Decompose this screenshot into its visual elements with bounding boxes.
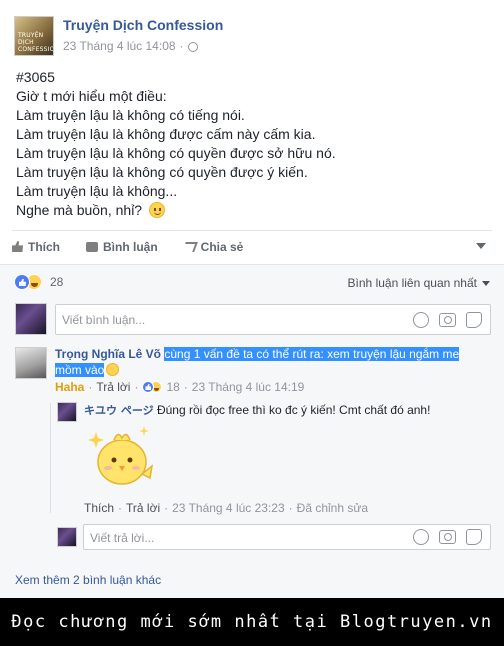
share-button[interactable]: Chia sẻ xyxy=(181,239,244,254)
like-label: Thích xyxy=(28,239,60,254)
post-line: Làm truyện lậu là không có quyền được sở… xyxy=(16,145,336,161)
edited-label[interactable]: Đã chỉnh sửa xyxy=(297,501,368,515)
post-line: Làm truyện lậu là không có tiếng nói. xyxy=(16,107,245,123)
post-text: #3065 Giờ t mới hiểu một điều: Làm truyệ… xyxy=(16,68,486,220)
comments-section: 28 Bình luận liên quan nhất Trọng Nghĩa … xyxy=(0,264,504,598)
camera-icon[interactable] xyxy=(439,530,456,544)
globe-icon[interactable] xyxy=(187,42,198,52)
dot-separator: · xyxy=(118,501,123,515)
share-arrow-icon xyxy=(181,241,198,252)
comment-text-line1: cùng 1 vấn đề ta có thể rút ra: xem truy… xyxy=(164,347,460,361)
comment-sort-dropdown[interactable]: Bình luận liên quan nhất xyxy=(348,276,490,290)
reply-body: キユウ ページ Đúng rồi đọc free thì ko đc ý ki… xyxy=(84,402,430,419)
post-card: TRUYỆN DỊCH CONFESSION Truyện Dịch Confe… xyxy=(0,0,504,598)
comment-input-icons xyxy=(413,312,482,328)
haha-reaction-button[interactable]: Haha xyxy=(55,380,84,394)
current-user-avatar[interactable] xyxy=(15,303,47,335)
reply-thread-line xyxy=(50,403,51,513)
reply-input-icons xyxy=(413,529,482,545)
watermark-banner: Đọc chương mới sớm nhất tại Blogtruyen.v… xyxy=(0,598,504,646)
post-meta: 23 Tháng 4 lúc 14:08 · xyxy=(63,39,198,53)
post-line: Làm truyện lậu là không được cấm này cấm… xyxy=(16,126,316,142)
post-timestamp[interactable]: 23 Tháng 4 lúc 14:08 xyxy=(63,39,176,53)
reply-author-link[interactable]: キユウ ページ xyxy=(84,404,154,417)
dot-separator: · xyxy=(288,501,293,515)
like-reaction-icon xyxy=(14,274,30,290)
comment-button[interactable]: Bình luận xyxy=(86,240,158,254)
emoji-icon[interactable] xyxy=(413,529,429,545)
reply-text: Đúng rồi đọc free thì ko đc ý kiến! Cmt … xyxy=(156,403,431,417)
reactions-summary[interactable]: 28 xyxy=(14,274,63,290)
comment-bubble-icon xyxy=(86,241,98,252)
post-line-last: Nghe mà buồn, nhỉ? xyxy=(16,201,486,220)
smile-emoji-icon xyxy=(148,202,165,218)
page-logo-text: TRUYỆN DỊCH CONFESSION xyxy=(18,32,53,53)
like-button[interactable]: Thích xyxy=(12,240,60,254)
reply-button[interactable]: Trả lời xyxy=(96,380,130,394)
reply-input-box[interactable] xyxy=(83,524,491,550)
reply-input[interactable] xyxy=(90,531,410,545)
comment-input-box[interactable] xyxy=(55,304,491,335)
thumbs-up-icon xyxy=(12,241,23,252)
post-action-bar: Thích Bình luận Chia sẻ xyxy=(12,230,492,262)
meta-separator: · xyxy=(179,39,184,53)
comment-reaction-count: 18 xyxy=(166,380,180,394)
reply-reply-button[interactable]: Trả lời xyxy=(126,501,160,515)
reactions-count: 28 xyxy=(50,275,64,289)
dot-separator: · xyxy=(164,501,169,515)
comment-text-line2: mồm vào xyxy=(55,363,105,377)
chevron-down-icon[interactable] xyxy=(476,243,486,249)
post-line: Làm truyện lậu là không có quyền được ý … xyxy=(16,164,308,180)
comment-input[interactable] xyxy=(62,313,382,327)
post-line: Nghe mà buồn, nhỉ? xyxy=(16,202,143,218)
page-avatar[interactable]: TRUYỆN DỊCH CONFESSION xyxy=(14,16,54,56)
post-line: Làm truyện lậu là không... xyxy=(16,183,178,199)
reply-like-button[interactable]: Thích xyxy=(84,501,114,515)
comment-timestamp[interactable]: 23 Tháng 4 lúc 14:19 xyxy=(192,380,305,394)
emoji-icon[interactable] xyxy=(413,312,429,328)
sort-label: Bình luận liên quan nhất xyxy=(347,276,477,290)
chevron-down-icon xyxy=(482,280,490,286)
dot-separator: · xyxy=(183,380,188,394)
reply-timestamp[interactable]: 23 Tháng 4 lúc 23:23 xyxy=(172,501,285,515)
page-name-link[interactable]: Truyện Dịch Confession xyxy=(63,17,223,33)
current-user-avatar-small[interactable] xyxy=(57,527,77,547)
reply-actions: Thích · Trả lời · 23 Tháng 4 lúc 23:23 ·… xyxy=(84,501,368,515)
post-line: #3065 xyxy=(16,69,55,85)
view-more-comments-link[interactable]: Xem thêm 2 bình luận khác xyxy=(15,573,161,587)
share-label: Chia sẻ xyxy=(200,239,244,254)
dot-separator: · xyxy=(134,380,139,394)
chick-sticker-image xyxy=(88,426,154,485)
post-line: Giờ t mới hiểu một điều: xyxy=(16,88,167,104)
smile-emoji-icon xyxy=(106,363,120,376)
sticker-icon[interactable] xyxy=(466,312,482,328)
comment-body: Trọng Nghĩa Lê Võ cùng 1 vấn đề ta có th… xyxy=(55,346,475,378)
camera-icon[interactable] xyxy=(439,313,456,327)
dot-separator: · xyxy=(88,380,93,394)
commenter-avatar[interactable] xyxy=(15,347,47,379)
comment-author-link[interactable]: Trọng Nghĩa Lê Võ xyxy=(55,347,161,361)
comment-label: Bình luận xyxy=(103,239,158,254)
comment-reactions[interactable] xyxy=(142,381,163,393)
sticker-icon[interactable] xyxy=(466,529,482,545)
replier-avatar[interactable] xyxy=(57,402,77,422)
comment-actions: Haha · Trả lời · 18 · 23 Tháng 4 lúc 14:… xyxy=(55,380,304,394)
